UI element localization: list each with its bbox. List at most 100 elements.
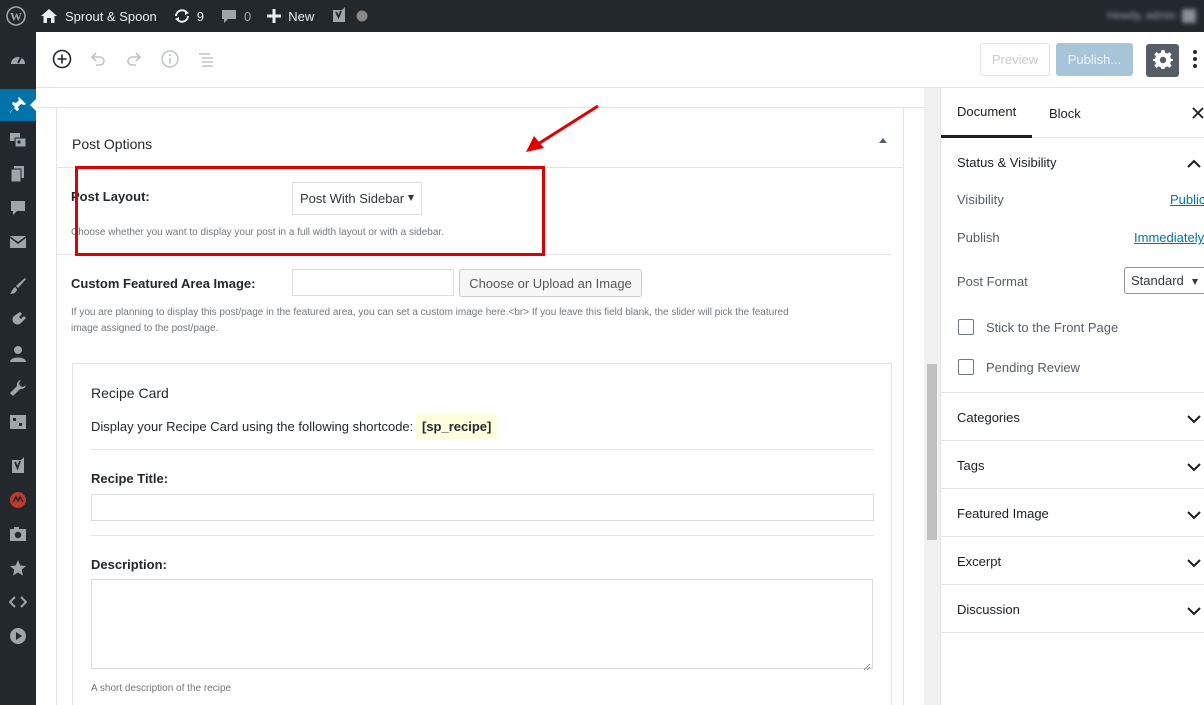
tab-document[interactable]: Document <box>941 88 1033 138</box>
undo-button[interactable] <box>86 48 110 72</box>
tags-panel[interactable]: Tags <box>941 441 1204 489</box>
menu-plugin-red[interactable] <box>0 484 36 516</box>
updates-count: 9 <box>196 8 205 24</box>
categories-title: Categories <box>957 410 1020 425</box>
pending-review-checkbox[interactable] <box>958 359 974 375</box>
menu-pages[interactable] <box>0 158 36 190</box>
howdy-label: Howdy, admin <box>1107 10 1176 22</box>
collapse-arrow-icon[interactable] <box>879 138 887 143</box>
chevron-up-icon <box>1187 157 1201 172</box>
menu-users[interactable] <box>0 338 36 370</box>
status-visibility-title: Status & Visibility <box>957 155 1057 170</box>
post-format-value: Standard <box>1131 273 1184 288</box>
preview-button[interactable]: Preview <box>980 43 1050 76</box>
featured-image-help-line1: If you are planning to display this post… <box>71 307 789 318</box>
featured-image-label: Custom Featured Area Image: <box>71 276 256 291</box>
menu-plugins[interactable] <box>0 304 36 336</box>
admin-menu <box>0 32 36 705</box>
wordpress-logo-icon[interactable]: W <box>0 0 34 32</box>
list-icon <box>196 49 216 72</box>
comments-link[interactable]: 0 <box>212 0 259 32</box>
new-content-link[interactable]: New <box>259 0 322 32</box>
menu-mail[interactable] <box>0 226 36 258</box>
new-label: New <box>288 8 315 24</box>
post-format-select[interactable]: Standard <box>1124 267 1204 294</box>
plus-circle-icon <box>52 49 72 72</box>
publish-button[interactable]: Publish... <box>1056 43 1133 76</box>
discussion-panel[interactable]: Discussion <box>941 585 1204 633</box>
chevron-down-icon <box>1187 556 1201 571</box>
publish-date-link[interactable]: Immediately <box>1134 230 1204 245</box>
comment-icon <box>220 8 238 24</box>
redo-icon <box>124 49 144 72</box>
recipe-title-label: Recipe Title: <box>91 471 169 486</box>
publish-label: Publish <box>957 230 1000 245</box>
menu-tools[interactable] <box>0 372 36 404</box>
paintbrush-icon <box>9 277 27 295</box>
menu-video[interactable] <box>0 620 36 652</box>
menu-appearance[interactable] <box>0 270 36 302</box>
featured-image-url-input[interactable] <box>292 269 454 296</box>
post-options-metabox: Post Options Post Layout: Post With Side… <box>56 107 904 705</box>
play-icon <box>9 627 27 645</box>
close-icon[interactable] <box>1191 106 1204 120</box>
redo-button[interactable] <box>122 48 146 72</box>
choose-image-button[interactable]: Choose or Upload an Image <box>459 269 642 297</box>
tab-block[interactable]: Block <box>1049 88 1081 138</box>
settings-panel-icon <box>9 413 27 431</box>
description-textarea[interactable] <box>91 579 873 671</box>
camera-icon <box>9 525 27 543</box>
block-navigation-button[interactable] <box>194 48 218 72</box>
more-menu-button[interactable] <box>1190 46 1200 74</box>
annotation-arrow-icon <box>526 104 599 152</box>
menu-reviews[interactable] <box>0 552 36 584</box>
menu-code[interactable] <box>0 586 36 618</box>
comments-count: 0 <box>244 8 252 24</box>
scrollbar-thumb[interactable] <box>927 364 937 540</box>
status-visibility-panel[interactable]: Status & Visibility <box>941 138 1204 186</box>
featured-image-panel[interactable]: Featured Image <box>941 489 1204 537</box>
code-icon <box>9 593 27 611</box>
add-block-button[interactable] <box>50 48 74 72</box>
avatar <box>1182 9 1196 23</box>
sticky-checkbox[interactable] <box>958 319 974 335</box>
plugin-icon <box>9 311 27 329</box>
chevron-down-icon <box>1187 508 1201 523</box>
dropdown-arrow-icon <box>1192 279 1198 285</box>
recipe-title-input[interactable] <box>91 494 874 521</box>
menu-seo[interactable] <box>0 450 36 482</box>
menu-settings[interactable] <box>0 406 36 438</box>
home-icon <box>40 8 58 24</box>
excerpt-panel[interactable]: Excerpt <box>941 537 1204 585</box>
yoast-link[interactable] <box>322 0 376 32</box>
recipe-card-title: Recipe Card <box>91 385 169 401</box>
content-scrollbar[interactable] <box>924 88 940 705</box>
menu-media[interactable] <box>0 124 36 156</box>
settings-button[interactable] <box>1146 44 1179 77</box>
menu-posts[interactable] <box>0 89 36 121</box>
menu-comments[interactable] <box>0 192 36 224</box>
chevron-down-icon <box>1187 460 1201 475</box>
resize-grip-icon[interactable] <box>863 659 871 671</box>
menu-dashboard[interactable] <box>0 44 36 76</box>
visibility-label: Visibility <box>957 192 1004 207</box>
menu-instagram[interactable] <box>0 518 36 550</box>
dashboard-icon <box>9 51 27 69</box>
description-label: Description: <box>91 557 167 572</box>
site-name-link[interactable]: Sprout & Spoon <box>34 0 165 32</box>
chevron-down-icon <box>1187 412 1201 427</box>
admin-bar: W Sprout & Spoon 9 0 New Howdy, admin <box>0 0 1204 32</box>
visibility-link[interactable]: Public <box>1170 192 1204 207</box>
updates-link[interactable]: 9 <box>165 0 212 32</box>
metabox-title: Post Options <box>72 136 153 152</box>
svg-text:W: W <box>10 10 22 24</box>
settings-sidebar: Document Block Status & Visibility Visib… <box>941 88 1204 705</box>
account-menu[interactable]: Howdy, admin <box>1107 0 1196 32</box>
excerpt-title: Excerpt <box>957 554 1002 569</box>
content-info-button[interactable] <box>158 48 182 72</box>
shortcode-instruction: Display your Recipe Card using the follo… <box>91 419 414 434</box>
pending-review-label: Pending Review <box>986 360 1080 375</box>
categories-panel[interactable]: Categories <box>941 393 1204 441</box>
site-name-label: Sprout & Spoon <box>65 8 157 24</box>
info-icon <box>160 49 180 72</box>
